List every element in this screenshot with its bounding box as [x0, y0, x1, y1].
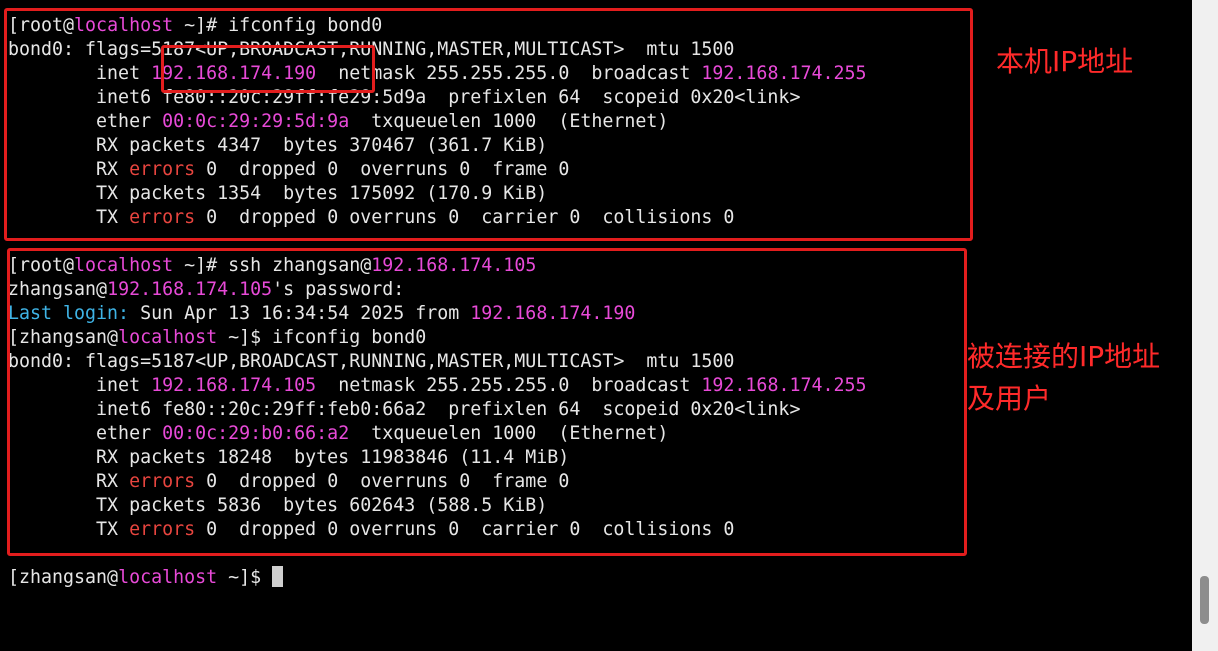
annotation-remote-ip-label-line2: 及用户 — [967, 382, 1052, 415]
terminal-text-segment: localhost — [118, 567, 218, 588]
terminal-text-segment: [zhangsan@ — [8, 567, 119, 588]
annotation-local-ip-label: 本机IP地址 — [996, 45, 1134, 78]
terminal-text-segment: ~]$ — [217, 567, 273, 588]
vertical-scrollbar[interactable] — [1192, 0, 1218, 651]
terminal-cursor — [272, 566, 284, 587]
scrollbar-thumb[interactable] — [1200, 576, 1209, 624]
highlight-box-remote-output — [7, 248, 967, 556]
highlight-box-local-ip — [161, 45, 375, 93]
highlight-box-local-output — [4, 8, 973, 241]
terminal-line: [zhangsan@localhost ~]$ — [8, 566, 284, 590]
annotation-remote-ip-label-line1: 被连接的IP地址 — [967, 340, 1161, 373]
